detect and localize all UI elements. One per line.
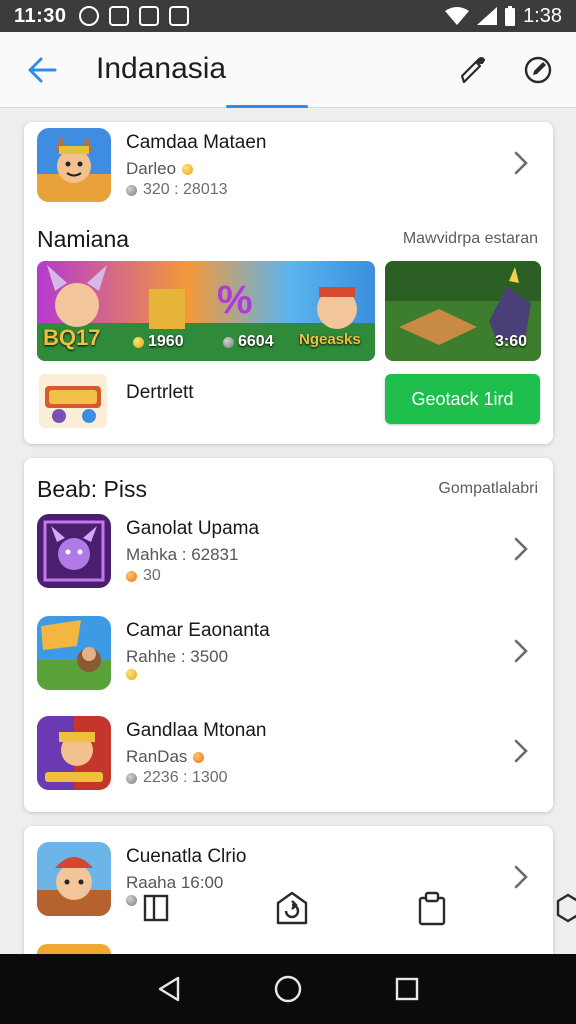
nav-back-button[interactable]	[149, 969, 189, 1009]
promo-banner-main[interactable]: % BQ17 1960 6604 Ngeasks	[37, 261, 375, 361]
message-icon	[108, 6, 129, 26]
app-name: Camar Eaonanta	[126, 620, 270, 641]
status-time: 11:30	[14, 4, 67, 27]
edit-button[interactable]	[452, 50, 492, 90]
clipboard-icon	[418, 891, 446, 926]
arrow-left-icon	[28, 57, 57, 83]
gem-icon	[223, 336, 234, 348]
signal-icon	[477, 7, 498, 25]
app-meta	[126, 669, 143, 680]
app-name: Camdaa Mataen	[126, 132, 267, 153]
nav-home-button[interactable]	[268, 969, 308, 1009]
app-meta: 320 : 28013	[126, 181, 228, 199]
sim-icon	[138, 6, 159, 26]
app-name: Ganolat Upama	[126, 518, 260, 539]
battery-level: 1:38	[523, 4, 562, 27]
library-button[interactable]	[412, 886, 452, 930]
promo-label: Dertrlett	[126, 382, 194, 403]
featured-card: Camdaa Mataen Darleo 320 : 28013 Namiana…	[24, 122, 553, 444]
nav-recents-button[interactable]	[387, 969, 427, 1009]
list-item[interactable]: Gandlaa Mtonan RanDas 2236 : 1300	[24, 710, 553, 798]
chevron-right-icon	[509, 736, 533, 766]
meta-text: 30	[143, 567, 161, 584]
section-title: Beab: Piss	[37, 476, 147, 502]
chevron-right-icon	[509, 148, 533, 178]
promo-banner-side[interactable]: 3:60	[385, 261, 541, 361]
download-icon	[126, 184, 137, 196]
chevron-right-icon	[509, 636, 533, 666]
page-title: Indanasia	[96, 52, 227, 85]
app-developer: RanDas	[126, 747, 205, 767]
meta-text: 2236 : 1300	[143, 769, 228, 786]
pen-icon	[460, 57, 486, 84]
back-button[interactable]	[22, 52, 62, 88]
update-button[interactable]	[272, 886, 312, 930]
battery-icon	[505, 6, 516, 26]
coin-icon	[126, 570, 137, 582]
featured-app-row[interactable]: Camdaa Mataen Darleo 320 : 28013	[24, 122, 553, 210]
coin-icon	[182, 163, 194, 175]
more-button[interactable]	[556, 886, 576, 930]
install-button[interactable]: Geotack 1ird	[385, 374, 540, 424]
compose-button[interactable]	[518, 50, 558, 90]
promo-app-icon	[39, 374, 107, 428]
hexagon-icon	[556, 893, 576, 923]
triangle-back-icon	[159, 976, 180, 1002]
app-icon	[37, 514, 111, 588]
stat-text: 1960	[148, 333, 184, 350]
image-icon	[168, 6, 189, 26]
app-meta: 2236 : 1300	[126, 769, 228, 787]
coin-icon	[126, 669, 137, 680]
banner-stat-2: 6604	[223, 333, 274, 351]
circle-home-icon	[274, 975, 302, 1003]
developer-text: Darleo	[126, 159, 177, 178]
section-see-more-link[interactable]: Gompatlalabri	[438, 480, 538, 498]
app-icon	[37, 616, 111, 690]
app-icon	[37, 716, 111, 790]
banner-left-text: BQ17	[43, 325, 101, 350]
system-nav-bar	[0, 954, 576, 1024]
developer-text: RanDas	[126, 747, 188, 766]
coin-icon	[193, 751, 205, 763]
status-bar: 11:30 1:38	[0, 0, 576, 32]
app-developer: Rahhe : 3500	[126, 647, 229, 666]
list-item[interactable]: Ganolat Upama Mahka : 62831 30	[24, 508, 553, 596]
book-button[interactable]	[136, 886, 176, 930]
sync-icon	[78, 6, 99, 26]
app-developer: Mahka : 62831	[126, 545, 239, 564]
app-meta: 30	[126, 567, 161, 585]
wifi-icon	[445, 7, 470, 25]
banner-stat-1: 1960	[133, 333, 184, 351]
refresh-bag-icon	[276, 891, 308, 925]
svg-text:%: %	[217, 278, 253, 322]
notification-icons	[78, 6, 189, 26]
tab-indicator	[226, 105, 308, 108]
square-recents-icon	[395, 977, 418, 1001]
list-card: Beab: Piss Gompatlalabri Ganolat Upama M…	[24, 458, 553, 812]
app-developer: Darleo	[126, 159, 194, 179]
stat-text: 6604	[238, 333, 274, 350]
app-icon	[37, 128, 111, 202]
section-title: Namiana	[37, 226, 130, 252]
coin-icon	[133, 336, 144, 348]
meta-text: 320 : 28013	[143, 181, 228, 198]
chevron-right-icon	[509, 534, 533, 564]
section-see-more-link[interactable]: Mawvidrpa estaran	[403, 230, 538, 248]
banner-side-stat: 3:60	[495, 333, 528, 350]
edit-circle-icon	[524, 56, 552, 84]
bottom-actions	[0, 886, 576, 936]
app-name: Cuenatla Clrio	[126, 846, 247, 867]
list-item[interactable]: Camar Eaonanta Rahhe : 3500	[24, 610, 553, 698]
app-bar: Indanasia	[0, 32, 576, 108]
download-icon	[126, 772, 137, 784]
banner-right-text: Ngeasks	[299, 331, 361, 348]
app-name: Gandlaa Mtonan	[126, 720, 267, 741]
book-icon	[143, 894, 169, 922]
